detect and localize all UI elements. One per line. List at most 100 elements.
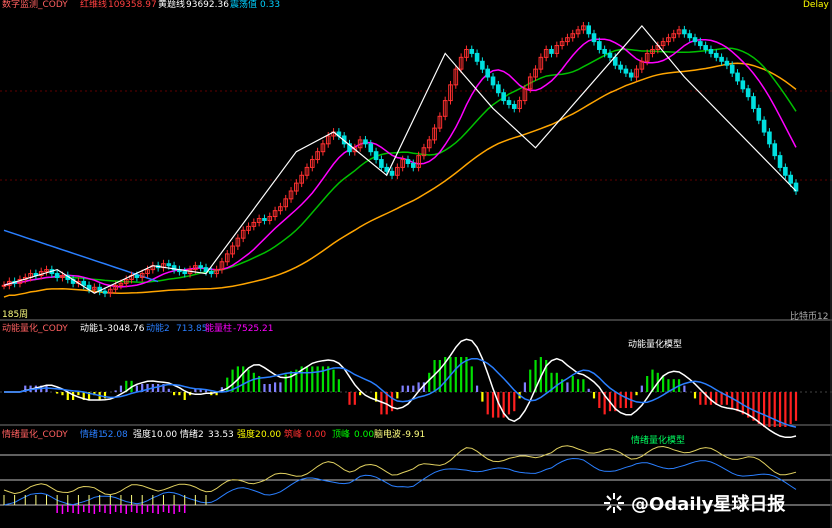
period-label: 185周 <box>2 310 29 320</box>
bar-value: -7525.21 <box>233 324 274 334</box>
candle-body <box>618 64 623 70</box>
candle-body <box>384 166 390 172</box>
emotion-line-1 <box>3 445 797 496</box>
candle-body <box>703 45 708 50</box>
bottom-label: 筑峰 <box>284 430 303 440</box>
delay-label: Delay <box>803 0 829 10</box>
candle-body <box>740 80 746 90</box>
candle-body <box>102 290 108 294</box>
candle-body <box>501 92 506 102</box>
candle-body <box>756 107 762 121</box>
s2-value: 0.00 <box>261 430 282 440</box>
candle-body <box>549 48 554 54</box>
candle-body <box>81 280 87 286</box>
emotion-model-label: 情绪量化模型 <box>631 436 686 446</box>
candle-body <box>182 271 188 275</box>
candle-body <box>751 96 756 109</box>
e2-value: 33.53 <box>208 430 234 440</box>
candle-body <box>209 271 214 275</box>
candle-body <box>469 48 475 54</box>
candle-body <box>777 155 783 168</box>
e1-label: 情绪1 <box>80 430 104 440</box>
indicator-name: 数字监测_CODY <box>2 0 68 10</box>
candle-body <box>490 76 496 86</box>
candle-body <box>745 88 751 98</box>
candle-body <box>708 48 714 54</box>
candle-body <box>623 68 629 74</box>
candle-body <box>607 52 613 58</box>
pulse-label: 脑电波 <box>374 430 402 440</box>
price-pane <box>1 21 799 298</box>
s1-label: 强度1 <box>133 430 157 440</box>
candle-body <box>586 25 591 35</box>
candle-body <box>682 29 687 35</box>
candle-body <box>729 64 735 74</box>
candle-body <box>363 139 368 145</box>
candle-body <box>692 37 698 43</box>
e1-value: 52.08 <box>102 430 128 440</box>
candle-body <box>597 41 602 50</box>
candle-body <box>761 119 767 133</box>
candle-body <box>788 174 793 184</box>
green-ma-line <box>3 47 797 287</box>
magenta-ma-line <box>3 38 797 288</box>
candle-body <box>506 100 512 106</box>
candle-body <box>485 68 491 78</box>
candle-body <box>698 41 703 47</box>
wave-value: 0.33 <box>260 0 281 10</box>
watermark-text: @Odaily星球日报 <box>631 494 786 515</box>
top-value: 0.00 <box>354 430 375 440</box>
symbol-label: 比特币12 <box>790 312 829 322</box>
candle-body <box>735 72 740 82</box>
candle-body <box>511 104 517 109</box>
odaily-logo-icon <box>604 493 624 513</box>
candle-body <box>687 33 692 39</box>
candle-body <box>724 60 730 66</box>
candle-body <box>713 52 719 58</box>
candle-body <box>602 48 607 54</box>
candle-body <box>262 218 267 221</box>
candle-body <box>379 159 384 168</box>
momentum-pane <box>4 338 798 439</box>
candle-body <box>54 273 60 278</box>
candle-body <box>373 151 379 161</box>
candle-body <box>410 162 416 168</box>
candle-body <box>772 143 778 157</box>
candle-body <box>389 170 395 176</box>
grid-lines <box>0 0 832 528</box>
candle-body <box>719 56 724 62</box>
yellow-line-label: 黄题线 <box>158 0 186 10</box>
candle-body <box>198 265 203 269</box>
bar-label: 能量柱 <box>205 324 233 334</box>
candle-body <box>591 33 597 43</box>
candle-body <box>480 60 485 70</box>
m1-label: 动能1 <box>80 324 104 334</box>
momentum-line-1 <box>4 338 797 439</box>
candle-body <box>496 84 501 94</box>
candle-body <box>767 131 772 145</box>
momentum-indicator-name: 动能量化_CODY <box>2 324 68 334</box>
zigzag-line <box>3 24 797 294</box>
m2-value: 713.85 <box>176 324 208 334</box>
candle-body <box>628 72 634 78</box>
e2-label: 情绪2 <box>180 430 204 440</box>
chart-canvas <box>0 0 832 528</box>
candle-body <box>368 143 374 153</box>
watermark: @Odaily星球日报 <box>603 490 785 516</box>
m1-value: -3048.76 <box>104 324 145 334</box>
candle-body <box>474 52 480 62</box>
yellow-line-value: 93692.36 <box>186 0 229 10</box>
candle-body <box>166 263 172 267</box>
candle-body <box>134 275 140 278</box>
m2-label: 动能2 <box>146 324 170 334</box>
red-line-value: 109358.97 <box>108 0 157 10</box>
candle-body <box>783 166 788 176</box>
s1-value: 0.00 <box>157 430 178 440</box>
candle-body <box>405 159 411 164</box>
emotion-indicator-name: 情绪量化_CODY <box>2 430 68 440</box>
s2-label: 强度2 <box>237 430 261 440</box>
wave-label: 震荡值 <box>230 0 258 10</box>
pulse-value: -9.91 <box>402 430 426 440</box>
red-line-label: 红维线 <box>80 0 108 10</box>
bottom-value: 0.00 <box>306 430 327 440</box>
